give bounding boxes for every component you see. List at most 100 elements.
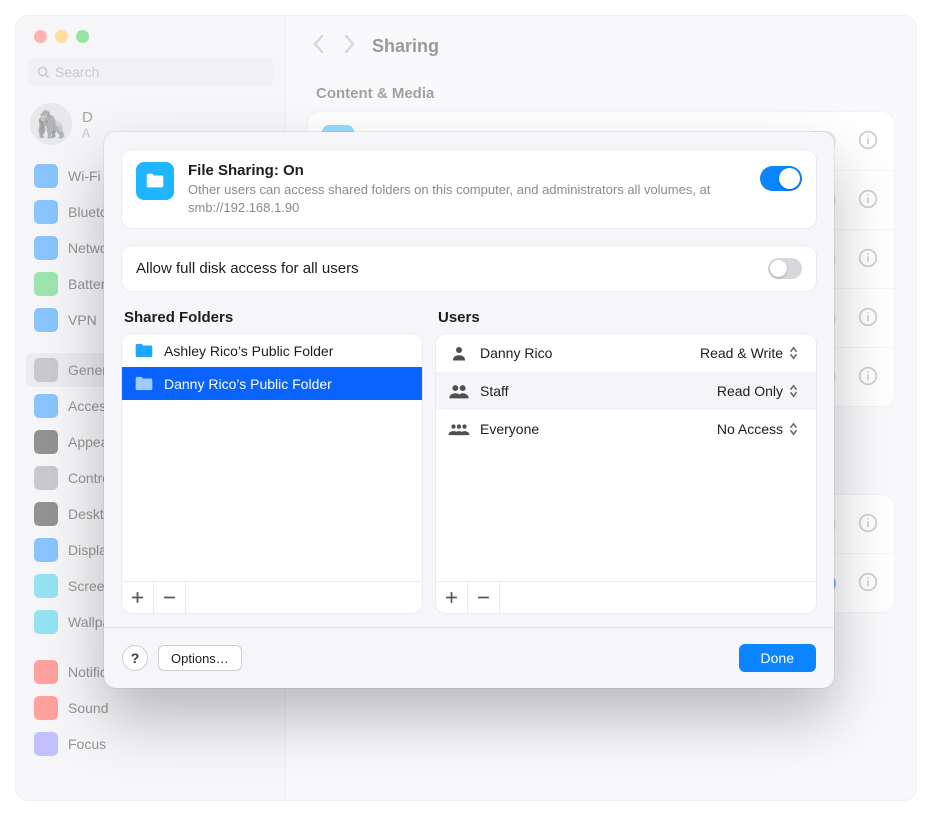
- service-info-button[interactable]: [858, 307, 880, 329]
- sidebar-item-label: Sound: [68, 700, 108, 716]
- search-icon: [36, 65, 51, 80]
- folder-icon: [134, 342, 154, 359]
- group2-icon: [448, 380, 470, 402]
- service-info-button[interactable]: [858, 366, 880, 388]
- file-sharing-sheet: File Sharing: On Other users can access …: [104, 132, 834, 688]
- zoom-icon[interactable]: [76, 30, 89, 43]
- sidebar-item-label: VPN: [68, 312, 97, 328]
- sidebar-item-label: Wi-Fi: [68, 168, 101, 184]
- shared-folders-title: Shared Folders: [124, 309, 420, 326]
- service-info-button[interactable]: [858, 513, 880, 535]
- users-column: Users Danny Rico Read & Write Staff Read On…: [436, 309, 816, 613]
- info-icon: [858, 189, 878, 209]
- info-icon: [858, 307, 878, 327]
- permission-select[interactable]: Read & Write: [694, 342, 804, 364]
- chevron-left-icon: [312, 34, 326, 54]
- minus-icon: [163, 591, 176, 604]
- sidebar-icon: [34, 430, 58, 454]
- minimize-icon[interactable]: [55, 30, 68, 43]
- page-title: Sharing: [372, 36, 439, 57]
- sidebar-item-label: Focus: [68, 736, 106, 752]
- sidebar-item-focus[interactable]: Focus: [26, 727, 275, 761]
- file-sharing-toggle[interactable]: [760, 166, 802, 191]
- user-name: Staff: [480, 383, 701, 399]
- folder-name: Ashley Rico’s Public Folder: [164, 343, 333, 359]
- info-icon: [858, 513, 878, 533]
- sidebar-icon: [34, 394, 58, 418]
- options-button[interactable]: Options…: [158, 645, 242, 671]
- sidebar-icon: [34, 236, 58, 260]
- full-disk-access-toggle[interactable]: [768, 258, 802, 279]
- sidebar-item-sound[interactable]: Sound: [26, 691, 275, 725]
- search-placeholder: Search: [55, 64, 99, 80]
- sidebar-icon: [34, 732, 58, 756]
- folder-name: Danny Rico’s Public Folder: [164, 376, 332, 392]
- info-icon: [858, 130, 878, 150]
- back-button[interactable]: [312, 34, 326, 59]
- section-content-media: Content & Media: [286, 67, 916, 112]
- user-item[interactable]: Danny Rico Read & Write: [436, 334, 816, 372]
- full-disk-access-label: Allow full disk access for all users: [136, 260, 754, 277]
- sidebar-icon: [34, 272, 58, 296]
- permission-value: No Access: [717, 421, 783, 437]
- user-name: Everyone: [480, 421, 701, 437]
- remove-user-button[interactable]: [468, 582, 500, 613]
- add-user-button[interactable]: [436, 582, 468, 613]
- stepper-icon: [789, 384, 798, 398]
- sidebar-icon: [34, 660, 58, 684]
- sidebar-icon: [34, 538, 58, 562]
- sidebar-icon: [34, 164, 58, 188]
- search-input[interactable]: Search: [28, 57, 273, 87]
- file-sharing-header-panel: File Sharing: On Other users can access …: [122, 150, 816, 228]
- shared-folder-item[interactable]: Ashley Rico’s Public Folder: [122, 334, 422, 367]
- service-info-button[interactable]: [858, 572, 880, 594]
- sidebar-icon: [34, 696, 58, 720]
- file-sharing-subtitle: Other users can access shared folders on…: [188, 181, 746, 216]
- window-controls: [16, 16, 285, 43]
- user-name: Danny Rico: [480, 345, 684, 361]
- stepper-icon: [789, 346, 798, 360]
- info-icon: [858, 572, 878, 592]
- folder-icon: [144, 170, 166, 192]
- info-icon: [858, 366, 878, 386]
- shared-folder-item[interactable]: Danny Rico’s Public Folder: [122, 367, 422, 400]
- help-button[interactable]: ?: [122, 645, 148, 671]
- profile-name: D: [82, 109, 93, 126]
- permission-select[interactable]: Read Only: [711, 380, 804, 402]
- users-title: Users: [438, 309, 814, 326]
- service-info-button[interactable]: [858, 189, 880, 211]
- forward-button[interactable]: [342, 34, 356, 59]
- remove-folder-button[interactable]: [154, 582, 186, 613]
- shared-folders-column: Shared Folders Ashley Rico’s Public Fold…: [122, 309, 422, 613]
- service-info-button[interactable]: [858, 248, 880, 270]
- sidebar-icon: [34, 358, 58, 382]
- plus-icon: [445, 591, 458, 604]
- profile-sub: A: [82, 126, 93, 140]
- sidebar-icon: [34, 574, 58, 598]
- info-icon: [858, 248, 878, 268]
- full-disk-access-panel: Allow full disk access for all users: [122, 246, 816, 291]
- sidebar-icon: [34, 610, 58, 634]
- sidebar-icon: [34, 502, 58, 526]
- main-header: Sharing: [286, 16, 916, 67]
- done-button[interactable]: Done: [739, 644, 816, 672]
- sheet-footer: ? Options… Done: [104, 627, 834, 688]
- user-item[interactable]: Everyone No Access: [436, 410, 816, 448]
- shared-folders-list: Ashley Rico’s Public Folder Danny Rico’s …: [122, 334, 422, 613]
- permission-value: Read & Write: [700, 345, 783, 361]
- user-item[interactable]: Staff Read Only: [436, 372, 816, 410]
- folder-icon: [134, 375, 154, 392]
- add-folder-button[interactable]: [122, 582, 154, 613]
- sidebar-icon: [34, 200, 58, 224]
- plus-icon: [131, 591, 144, 604]
- permission-select[interactable]: No Access: [711, 418, 804, 440]
- avatar: 🦍: [30, 103, 72, 145]
- users-list: Danny Rico Read & Write Staff Read Only Ever…: [436, 334, 816, 613]
- minus-icon: [477, 591, 490, 604]
- service-info-button[interactable]: [858, 130, 880, 152]
- permission-value: Read Only: [717, 383, 783, 399]
- sidebar-icon: [34, 466, 58, 490]
- close-icon[interactable]: [34, 30, 47, 43]
- group3-icon: [448, 418, 470, 440]
- person-icon: [448, 342, 470, 364]
